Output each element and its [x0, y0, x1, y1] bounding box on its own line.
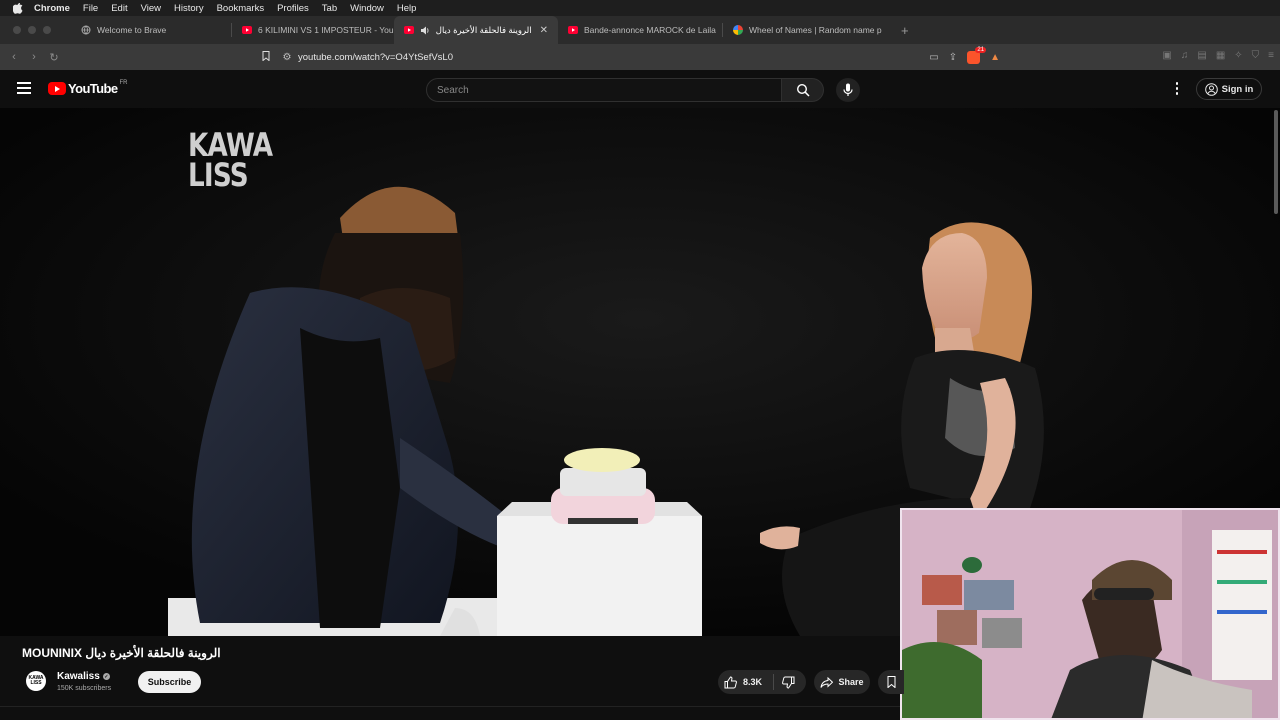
menu-tab[interactable]: Tab — [322, 3, 337, 14]
youtube-icon — [568, 25, 578, 35]
voice-search-button[interactable] — [836, 78, 860, 102]
account-icon — [1204, 82, 1218, 96]
brave-globe-icon — [81, 25, 91, 35]
apple-icon[interactable] — [12, 2, 24, 14]
sign-in-button[interactable]: Sign in — [1196, 78, 1262, 100]
reload-icon[interactable]: ↻ — [44, 51, 64, 64]
channel-watermark: KAWA LISS — [188, 129, 273, 194]
webcam-scene — [902, 510, 1278, 718]
channel-avatar[interactable]: KAWA LISS — [26, 671, 46, 691]
share-icon — [820, 676, 834, 688]
tab-wheel-of-names[interactable]: Wheel of Names | Random name p — [723, 16, 887, 44]
youtube-wordmark: YouTube — [68, 81, 118, 96]
share-page-icon[interactable]: ⇪ — [949, 52, 957, 63]
dislike-button[interactable] — [774, 676, 795, 689]
tab-kilimini[interactable]: 6 KILIMINI VS 1 IMPOSTEUR - You — [232, 16, 394, 44]
page-bottom-edge — [0, 706, 900, 720]
media-icon[interactable]: ♫ — [1181, 50, 1189, 61]
video-title: الروينة فالحلقة الأخيرة ديال MOUNINIX — [22, 646, 221, 660]
browser-menu-icon[interactable]: ≡ — [1268, 50, 1274, 61]
menu-help[interactable]: Help — [397, 3, 417, 14]
thumbs-up-icon — [724, 675, 737, 688]
youtube-header: YouTube FR Search Sign in — [0, 70, 1280, 108]
forward-icon[interactable]: › — [24, 51, 44, 63]
close-tab-icon[interactable]: ✕ — [540, 25, 548, 36]
macos-menu-bar: Chrome File Edit View History Bookmarks … — [0, 0, 1280, 16]
menu-file[interactable]: File — [83, 3, 98, 14]
menu-view[interactable]: View — [141, 3, 161, 14]
tab-title: Welcome to Brave — [97, 25, 167, 35]
channel-name-text: Kawaliss — [57, 671, 100, 682]
bookmark-icon[interactable] — [256, 50, 276, 64]
search-button[interactable] — [782, 78, 824, 102]
browser-toolbar: ‹ › ↻ ⚙ youtube.com/watch?v=O4YtSefVsL0 … — [0, 44, 1280, 70]
site-settings-icon[interactable]: ⚙ — [276, 52, 298, 63]
sidebar-toggle-icon[interactable]: ▣ — [1162, 50, 1171, 61]
tab-active-video[interactable]: الروينة فالحلقة الأخيرة ديال ube ✕ — [394, 16, 558, 44]
youtube-play-icon — [48, 82, 66, 95]
cast-icon[interactable]: ▭ — [929, 52, 938, 63]
thumbs-down-icon — [782, 676, 795, 689]
audio-playing-icon[interactable] — [420, 25, 430, 35]
tab-title: 6 KILIMINI VS 1 IMPOSTEUR - You — [258, 25, 394, 35]
share-label: Share — [838, 677, 864, 687]
settings-menu-icon[interactable] — [1172, 82, 1182, 96]
wallet-icon[interactable]: ▦ — [1216, 50, 1225, 61]
like-button[interactable]: 8.3K — [718, 674, 774, 690]
share-button[interactable]: Share — [814, 670, 870, 694]
subscribe-button[interactable]: Subscribe — [138, 671, 201, 693]
channel-name[interactable]: Kawaliss ✓ — [57, 671, 110, 682]
zoom-window-button[interactable] — [43, 26, 51, 34]
tab-marock[interactable]: Bande-annonce MAROCK de Laila — [558, 16, 722, 44]
save-button[interactable] — [878, 670, 904, 694]
microphone-icon — [843, 83, 853, 96]
toolbar-right-icons: ▣ ♫ ▤ ▦ ✧ ⛉ ≡ — [1162, 50, 1274, 61]
browser-tab-strip: Welcome to Brave 6 KILIMINI VS 1 IMPOSTE… — [0, 16, 1280, 44]
menu-edit[interactable]: Edit — [111, 3, 127, 14]
streamer-webcam-overlay — [900, 508, 1280, 720]
window-controls — [13, 26, 51, 34]
brave-shields-icon[interactable]: 21 — [967, 46, 987, 64]
wheel-icon — [733, 25, 743, 35]
new-tab-button[interactable]: + — [901, 23, 909, 38]
address-bar-actions: ▭ ⇪ 21 ▲ — [929, 46, 1000, 64]
watermark-line-2: LISS — [188, 156, 249, 194]
menu-chrome[interactable]: Chrome — [34, 3, 70, 14]
extensions-icon[interactable]: ✧ — [1234, 50, 1242, 61]
search-input[interactable]: Search — [426, 78, 782, 102]
menu-bookmarks[interactable]: Bookmarks — [217, 3, 265, 14]
page-scrollbar[interactable] — [1274, 110, 1278, 214]
sign-in-label: Sign in — [1221, 83, 1254, 95]
youtube-logo[interactable]: YouTube FR — [48, 79, 128, 96]
shields-badge: 21 — [975, 46, 987, 53]
tab-welcome[interactable]: Welcome to Brave — [71, 16, 231, 44]
menu-window[interactable]: Window — [350, 3, 384, 14]
reader-icon[interactable]: ▤ — [1197, 50, 1206, 61]
url-text[interactable]: youtube.com/watch?v=O4YtSefVsL0 — [298, 52, 453, 63]
youtube-icon — [242, 25, 252, 35]
tab-title: Bande-annonce MAROCK de Laila — [584, 25, 716, 35]
address-bar[interactable]: ⚙ youtube.com/watch?v=O4YtSefVsL0 ▭ ⇪ 21… — [256, 46, 1006, 67]
minimize-window-button[interactable] — [28, 26, 36, 34]
vpn-icon[interactable]: ⛉ — [1252, 50, 1260, 61]
subscriber-count: 150K subscribers — [57, 685, 112, 692]
search-icon — [796, 83, 810, 97]
back-icon[interactable]: ‹ — [4, 51, 24, 63]
menu-profiles[interactable]: Profiles — [277, 3, 309, 14]
verified-icon: ✓ — [102, 673, 110, 680]
close-window-button[interactable] — [13, 26, 21, 34]
youtube-icon — [404, 25, 414, 35]
brave-rewards-icon[interactable]: ▲ — [990, 52, 1000, 63]
menu-history[interactable]: History — [174, 3, 204, 14]
tab-title: Wheel of Names | Random name p — [749, 25, 882, 35]
save-bookmark-icon — [887, 676, 895, 688]
tab-title: الروينة فالحلقة الأخيرة ديال ube — [436, 24, 532, 35]
region-code: FR — [119, 79, 128, 86]
hamburger-menu-icon[interactable] — [17, 82, 31, 94]
like-dislike-group: 8.3K — [718, 670, 806, 694]
like-count: 8.3K — [743, 677, 763, 687]
